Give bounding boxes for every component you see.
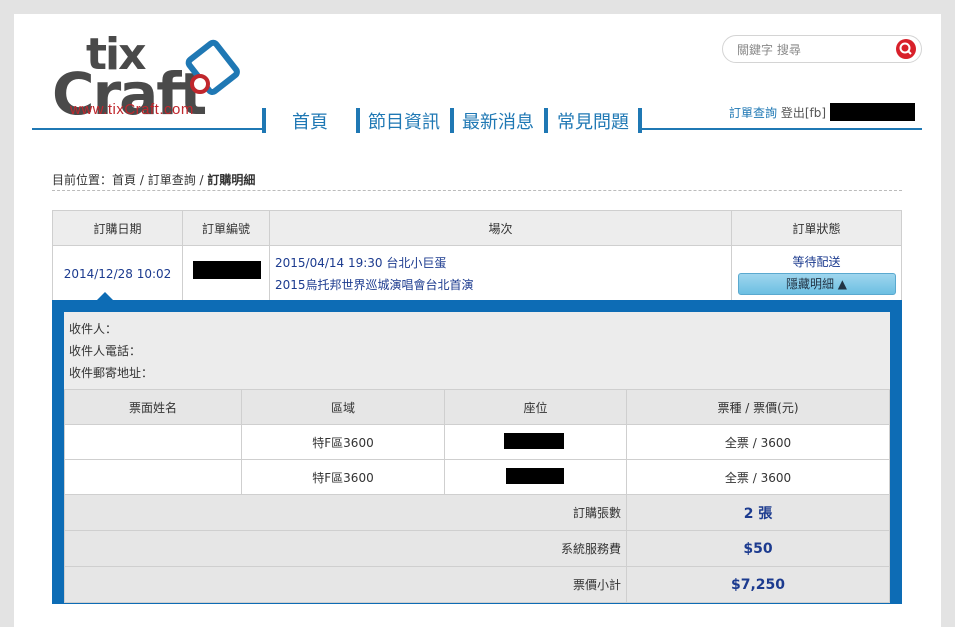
- nav-separator: [450, 108, 454, 133]
- breadcrumb: 目前位置：首頁 / 訂單查詢 / 訂購明細: [52, 173, 256, 187]
- breadcrumb-divider: [52, 190, 902, 191]
- session-event-name: 2015烏托邦世界巡城演唱會台北首演: [275, 278, 474, 292]
- col-seat: 座位: [444, 389, 627, 425]
- logout-link[interactable]: 登出[fb]: [781, 106, 826, 120]
- session-datetime-venue: 2015/04/14 19:30 台北小巨蛋: [275, 256, 447, 270]
- order-number: [182, 245, 270, 303]
- redacted-username: [830, 103, 915, 121]
- ticket-seat: [444, 424, 627, 460]
- nav-separator: [638, 108, 642, 133]
- order-date: 2014/12/28 10:02: [52, 245, 183, 303]
- nav-events[interactable]: 節目資訊: [368, 108, 440, 134]
- ticket-name: [64, 459, 242, 495]
- nav-separator: [544, 108, 548, 133]
- ticket-table: 票面姓名 區域 座位 票種 / 票價(元) 特F區3600 全票 / 3600 …: [64, 389, 890, 603]
- order-query-link[interactable]: 訂單查詢: [729, 106, 777, 120]
- search-button[interactable]: [896, 39, 916, 59]
- col-session: 場次: [269, 210, 732, 246]
- nav-separator: [356, 108, 360, 133]
- ticket-icon: [185, 39, 240, 95]
- search-box[interactable]: 關鍵字 搜尋: [722, 35, 922, 63]
- page: tix Craft www.tixCraft.com 首頁 節目資訊 最新消息 常…: [14, 14, 941, 627]
- order-table: 訂購日期 訂單編號 場次 訂單狀態 2014/12/28 10:02 2015/…: [52, 210, 902, 303]
- hide-details-button[interactable]: 隱藏明細 ▲: [737, 273, 896, 295]
- breadcrumb-current: 訂購明細: [207, 173, 256, 187]
- col-order-date: 訂購日期: [52, 210, 183, 246]
- nav-faq[interactable]: 常見問題: [557, 108, 629, 134]
- summary-row: 票價小計 $7,250: [64, 566, 890, 603]
- search-icon: [899, 42, 912, 55]
- session-info: 2015/04/14 19:30 台北小巨蛋 2015烏托邦世界巡城演唱會台北首…: [269, 245, 732, 303]
- order-table-header: 訂購日期 訂單編號 場次 訂單狀態: [52, 210, 902, 246]
- table-row: 2014/12/28 10:02 2015/04/14 19:30 台北小巨蛋 …: [52, 245, 902, 303]
- col-area: 區域: [241, 389, 445, 425]
- nav-separator: [262, 108, 266, 133]
- breadcrumb-home[interactable]: 首頁: [112, 173, 136, 187]
- col-ticket-type-price: 票種 / 票價(元): [626, 389, 890, 425]
- status-badge: 等待配送: [792, 255, 841, 269]
- order-detail-inner: 收件人： 收件人電話： 收件郵寄地址： 票面姓名 區域 座位 票種 / 票價(元…: [64, 312, 890, 603]
- ticket-seat: [444, 459, 627, 495]
- table-row: 特F區3600 全票 / 3600: [64, 459, 890, 495]
- breadcrumb-order-query[interactable]: 訂單查詢: [148, 173, 196, 187]
- redacted-seat: [506, 468, 564, 484]
- recipient-address-label: 收件郵寄地址：: [69, 366, 154, 380]
- order-detail-panel: 收件人： 收件人電話： 收件郵寄地址： 票面姓名 區域 座位 票種 / 票價(元…: [52, 300, 902, 604]
- header-divider-right: [642, 128, 922, 130]
- nav-home[interactable]: 首頁: [292, 108, 328, 134]
- redacted-order-number: [193, 261, 261, 279]
- ticket-type-price: 全票 / 3600: [626, 459, 890, 495]
- top-links: 訂單查詢 登出[fb]: [729, 104, 826, 121]
- order-status-cell: 等待配送 隱藏明細 ▲: [731, 245, 902, 303]
- logo-url: www.tixCraft.com: [70, 101, 194, 118]
- breadcrumb-prefix: 目前位置：: [52, 173, 113, 187]
- service-fee-value: $50: [626, 530, 890, 567]
- table-row: 特F區3600 全票 / 3600: [64, 424, 890, 460]
- subtotal-label: 票價小計: [64, 566, 627, 603]
- panel-pointer: [96, 292, 114, 301]
- summary-row: 系統服務費 $50: [64, 530, 890, 567]
- ticket-name: [64, 424, 242, 460]
- header-divider-left: [32, 128, 262, 130]
- ticket-area: 特F區3600: [241, 459, 445, 495]
- col-order-number: 訂單編號: [182, 210, 270, 246]
- ticket-area: 特F區3600: [241, 424, 445, 460]
- col-order-status: 訂單狀態: [731, 210, 902, 246]
- ticket-count-value: 2 張: [626, 494, 890, 531]
- ticket-type-price: 全票 / 3600: [626, 424, 890, 460]
- redacted-seat: [504, 433, 564, 449]
- nav-news[interactable]: 最新消息: [462, 108, 534, 134]
- recipient-name-label: 收件人：: [69, 322, 118, 336]
- search-input[interactable]: 關鍵字 搜尋: [737, 41, 801, 58]
- summary-row: 訂購張數 2 張: [64, 494, 890, 531]
- subtotal-value: $7,250: [626, 566, 890, 603]
- ticket-table-header: 票面姓名 區域 座位 票種 / 票價(元): [64, 389, 890, 425]
- ticket-count-label: 訂購張數: [64, 494, 627, 531]
- recipient-phone-label: 收件人電話：: [69, 344, 142, 358]
- col-ticket-name: 票面姓名: [64, 389, 242, 425]
- service-fee-label: 系統服務費: [64, 530, 627, 567]
